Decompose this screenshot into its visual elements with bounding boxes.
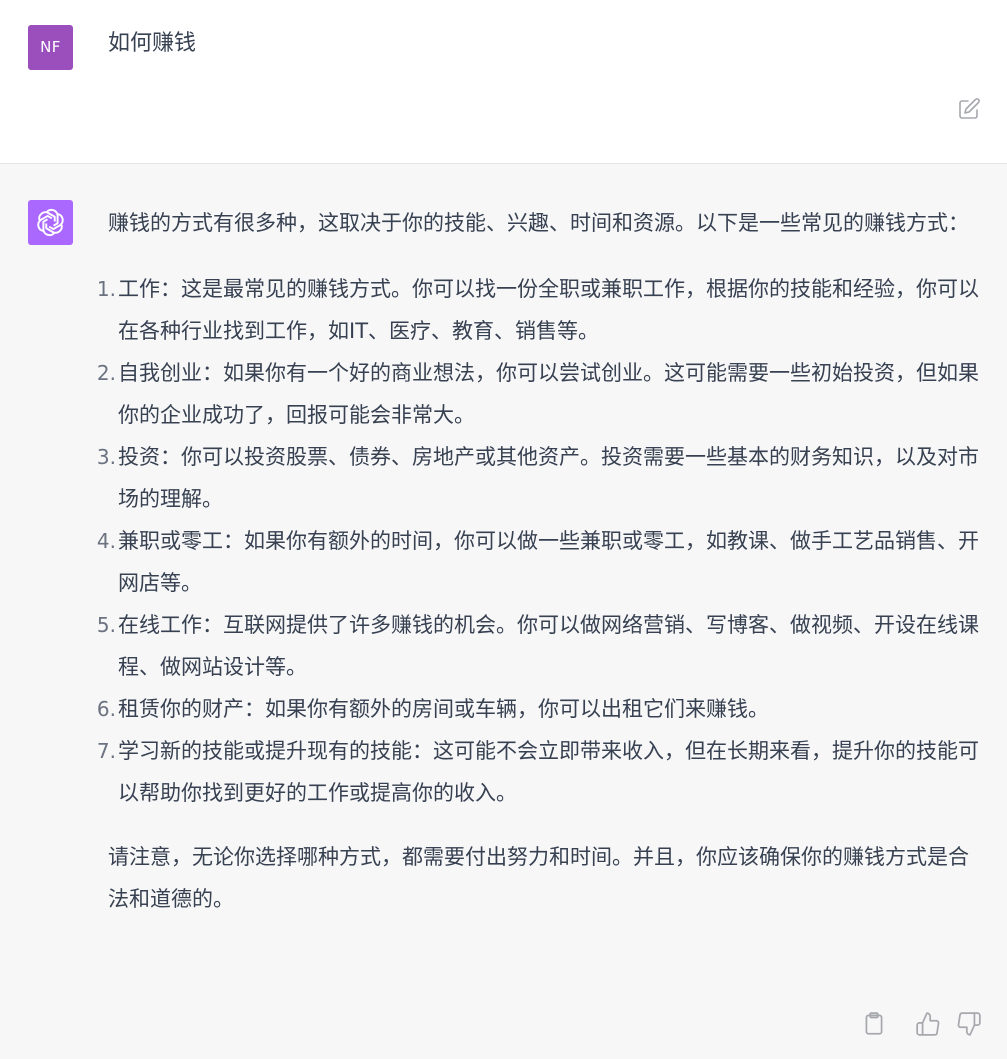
edit-icon[interactable] xyxy=(957,97,981,121)
clipboard-icon xyxy=(865,1012,883,1035)
user-avatar: NF xyxy=(28,25,73,70)
list-item-text: 在线工作：互联网提供了许多赚钱的机会。你可以做网络营销、写博客、做视频、开设在线… xyxy=(118,613,979,679)
user-message-text: 如何赚钱 xyxy=(108,31,197,56)
assistant-outro: 请注意，无论你选择哪种方式，都需要付出努力和时间。并且，你应该确保你的赚钱方式是… xyxy=(108,845,969,911)
money-methods-list: 1. 工作：这是最常见的赚钱方式。你可以找一份全职或兼职工作，根据你的技能和经验，… xyxy=(97,268,988,814)
list-item: 5. 在线工作：互联网提供了许多赚钱的机会。你可以做网络营销、写博客、做视频、开设… xyxy=(97,604,988,688)
list-item-number: 4. xyxy=(96,529,116,553)
thumbs-up-button[interactable] xyxy=(915,1011,941,1037)
assistant-message-content: 赚钱的方式有很多种，这取决于你的技能、兴趣、时间和资源。以下是一些常见的赚钱方式… xyxy=(97,202,988,920)
list-item: 4. 兼职或零工：如果你有额外的时间，你可以做一些兼职或零工，如教课、做手工艺品销… xyxy=(97,520,988,604)
copy-button[interactable] xyxy=(861,1011,887,1037)
list-item-text: 兼职或零工：如果你有额外的时间，你可以做一些兼职或零工，如教课、做手工艺品销售、… xyxy=(118,529,979,595)
list-item-number: 7. xyxy=(96,739,116,763)
assistant-message: 赚钱的方式有很多种，这取决于你的技能、兴趣、时间和资源。以下是一些常见的赚钱方式… xyxy=(0,164,1007,1059)
list-item: 1. 工作：这是最常见的赚钱方式。你可以找一份全职或兼职工作，根据你的技能和经验，… xyxy=(97,268,988,352)
list-item-text: 自我创业：如果你有一个好的商业想法，你可以尝试创业。这可能需要一些初始投资，但如… xyxy=(118,361,979,427)
list-item-text: 工作：这是最常见的赚钱方式。你可以找一份全职或兼职工作，根据你的技能和经验，你可… xyxy=(118,277,979,343)
list-item-number: 6. xyxy=(96,697,116,721)
list-item-number: 2. xyxy=(96,361,116,385)
list-item: 7. 学习新的技能或提升现有的技能：这可能不会立即带来收入，但在长期来看，提升你的… xyxy=(97,730,988,814)
list-item: 2. 自我创业：如果你有一个好的商业想法，你可以尝试创业。这可能需要一些初始投资，… xyxy=(97,352,988,436)
list-item-number: 1. xyxy=(96,277,116,301)
openai-logo-icon xyxy=(28,200,73,245)
message-actions xyxy=(0,1011,1007,1039)
user-message: NF 如何赚钱 xyxy=(0,0,1007,164)
list-item-text: 租赁你的财产：如果你有额外的房间或车辆，你可以出租它们来赚钱。 xyxy=(118,697,769,721)
thumbs-down-button[interactable] xyxy=(956,1011,982,1037)
thumbs-up-icon xyxy=(916,1012,940,1036)
list-item-number: 3. xyxy=(96,445,116,469)
thumbs-down-icon xyxy=(957,1012,981,1036)
list-item-text: 学习新的技能或提升现有的技能：这可能不会立即带来收入，但在长期来看，提升你的技能… xyxy=(118,739,979,805)
list-item-number: 5. xyxy=(96,613,116,637)
list-item-text: 投资：你可以投资股票、债券、房地产或其他资产。投资需要一些基本的财务知识，以及对… xyxy=(118,445,979,511)
assistant-intro: 赚钱的方式有很多种，这取决于你的技能、兴趣、时间和资源。以下是一些常见的赚钱方式… xyxy=(108,211,969,235)
list-item: 3. 投资：你可以投资股票、债券、房地产或其他资产。投资需要一些基本的财务知识，以… xyxy=(97,436,988,520)
list-item: 6. 租赁你的财产：如果你有额外的房间或车辆，你可以出租它们来赚钱。 xyxy=(97,688,988,730)
